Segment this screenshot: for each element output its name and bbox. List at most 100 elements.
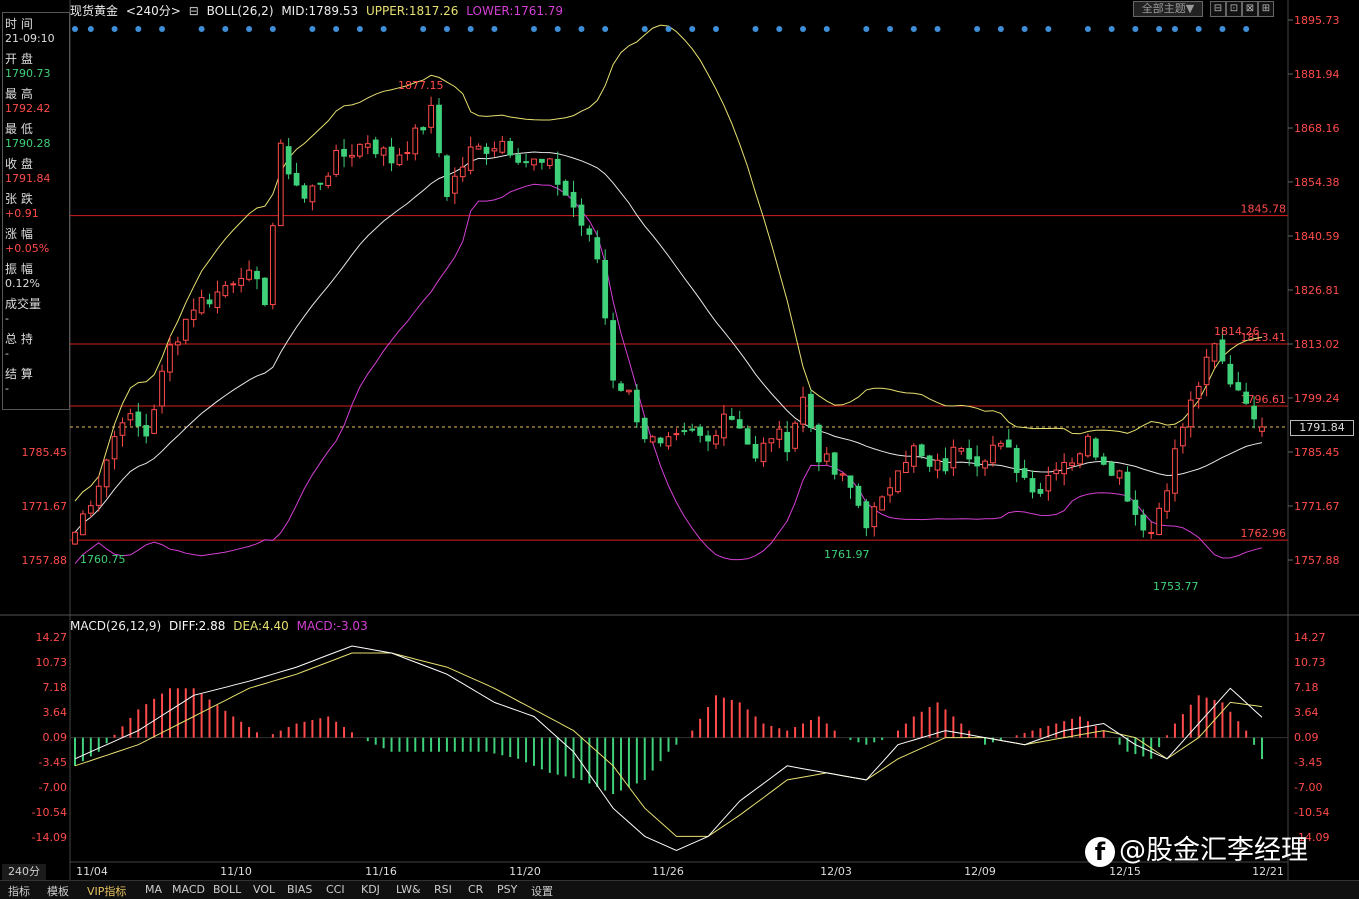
candle-body	[744, 428, 751, 445]
candle-body	[1164, 490, 1170, 512]
candle-body	[491, 148, 498, 152]
macd-y-tick-label-left: -14.09	[32, 831, 67, 844]
candle-body	[539, 158, 545, 163]
tab-5[interactable]: BOLL	[213, 883, 241, 896]
info-value: 1792.42	[5, 102, 51, 115]
window-button-3[interactable]: ⊠	[1242, 1, 1258, 17]
signal-dot	[578, 26, 585, 32]
boll-lower-value: LOWER:1761.79	[466, 4, 564, 18]
signal-dot	[934, 26, 941, 32]
tab-4[interactable]: MACD	[172, 883, 205, 896]
signal-dot	[800, 26, 807, 32]
info-value: 1791.84	[5, 172, 51, 185]
y-tick-label: 1785.45	[1294, 446, 1340, 459]
candle-body	[1140, 514, 1147, 531]
candle-body	[950, 446, 957, 469]
price-extreme-label: 1753.77	[1153, 580, 1199, 593]
candle-body	[863, 501, 870, 529]
theme-dropdown[interactable]: 全部主题▼	[1133, 1, 1203, 17]
info-value: 1790.28	[5, 137, 51, 150]
candle-body	[222, 285, 229, 297]
candle-body	[404, 152, 411, 155]
candle-body	[372, 139, 379, 155]
signal-dot	[1045, 26, 1052, 32]
candle-body	[855, 485, 862, 506]
tab-12[interactable]: CR	[468, 883, 483, 896]
candle-body	[317, 182, 324, 185]
candle-body	[586, 228, 593, 235]
macd-y-tick-label-left: -10.54	[32, 806, 67, 819]
tab-2[interactable]: VIP指标	[87, 883, 126, 899]
tab-0[interactable]: 指标	[8, 883, 30, 899]
toggle-icon[interactable]: ⊟	[189, 4, 199, 18]
tab-13[interactable]: PSY	[497, 883, 517, 896]
period-label[interactable]: 240分	[2, 864, 46, 880]
price-level-label: 1762.96	[1241, 527, 1287, 540]
x-tick-label: 11/10	[220, 865, 252, 878]
signal-dot	[1132, 26, 1139, 32]
instrument-name: 现货黄金	[70, 4, 119, 18]
candle-body	[80, 513, 86, 536]
info-value: -	[5, 347, 9, 360]
tab-14[interactable]: 设置	[531, 883, 553, 899]
signal-dot	[665, 26, 672, 32]
candle-body	[554, 158, 561, 185]
info-panel: 时 间 21-09:10 开 盘 1790.73 最 高 1792.42 最 低 1790.2…	[2, 12, 70, 410]
candle-body	[958, 448, 965, 452]
signal-dot	[269, 26, 276, 32]
candle-body	[1013, 447, 1020, 473]
candle-body	[1211, 343, 1218, 362]
candle-body	[578, 204, 585, 226]
period-indicator[interactable]: <240分>	[126, 4, 181, 18]
signal-dot	[246, 26, 253, 32]
candle-body	[167, 344, 173, 373]
price-extreme-label: 1760.75	[80, 553, 126, 566]
candle-body	[800, 396, 806, 425]
y-tick-label: 1854.38	[1294, 176, 1340, 189]
info-value: 1790.73	[5, 67, 51, 80]
candle-body	[721, 413, 727, 439]
info-value: -	[5, 382, 9, 395]
price-level-label: 1845.78	[1241, 203, 1287, 216]
candle-body	[467, 146, 474, 171]
candle-body	[918, 444, 925, 457]
tab-9[interactable]: KDJ	[361, 883, 380, 896]
tab-7[interactable]: BIAS	[287, 883, 312, 896]
candle-body	[990, 444, 996, 464]
candle-body	[95, 485, 102, 506]
signal-dot	[135, 26, 142, 32]
candle-body	[1029, 478, 1036, 493]
info-value: 21-09:10	[5, 32, 55, 45]
window-button-4[interactable]: ⊞	[1258, 1, 1274, 17]
candle-body	[1100, 456, 1107, 465]
candle-body	[127, 413, 134, 421]
tab-10[interactable]: LW&	[396, 883, 421, 896]
info-value: +0.05%	[5, 242, 50, 255]
candle-body	[895, 470, 901, 493]
candle-body	[269, 225, 276, 306]
window-button-2[interactable]: ⊡	[1226, 1, 1242, 17]
candle-body	[1092, 438, 1099, 458]
candle-body	[657, 437, 664, 444]
candle-body	[1172, 448, 1178, 494]
candle-body	[507, 140, 514, 156]
tab-1[interactable]: 模板	[47, 883, 69, 899]
candle-body	[436, 104, 442, 154]
candle-body	[546, 158, 553, 166]
candle-body	[768, 438, 775, 444]
candle-body	[633, 389, 640, 423]
candle-body	[87, 505, 94, 514]
bottom-tab-bar: 指标 模板 VIP指标 MA MACD BOLL VOL BIAS CCI KDJ LW& RSI CR…	[0, 880, 1359, 899]
candle-body	[815, 424, 822, 463]
candle-body	[1124, 471, 1131, 502]
x-tick-label: 11/04	[76, 865, 108, 878]
window-button-1[interactable]: ⊟	[1210, 1, 1226, 17]
signal-dot	[1171, 26, 1178, 32]
watermark: f @股金汇李经理	[1085, 828, 1308, 867]
tab-11[interactable]: RSI	[434, 883, 452, 896]
tab-6[interactable]: VOL	[253, 883, 275, 896]
candle-body	[451, 175, 458, 194]
tab-8[interactable]: CCI	[326, 883, 345, 896]
info-label: 成交量	[5, 297, 42, 311]
tab-3[interactable]: MA	[145, 883, 162, 896]
